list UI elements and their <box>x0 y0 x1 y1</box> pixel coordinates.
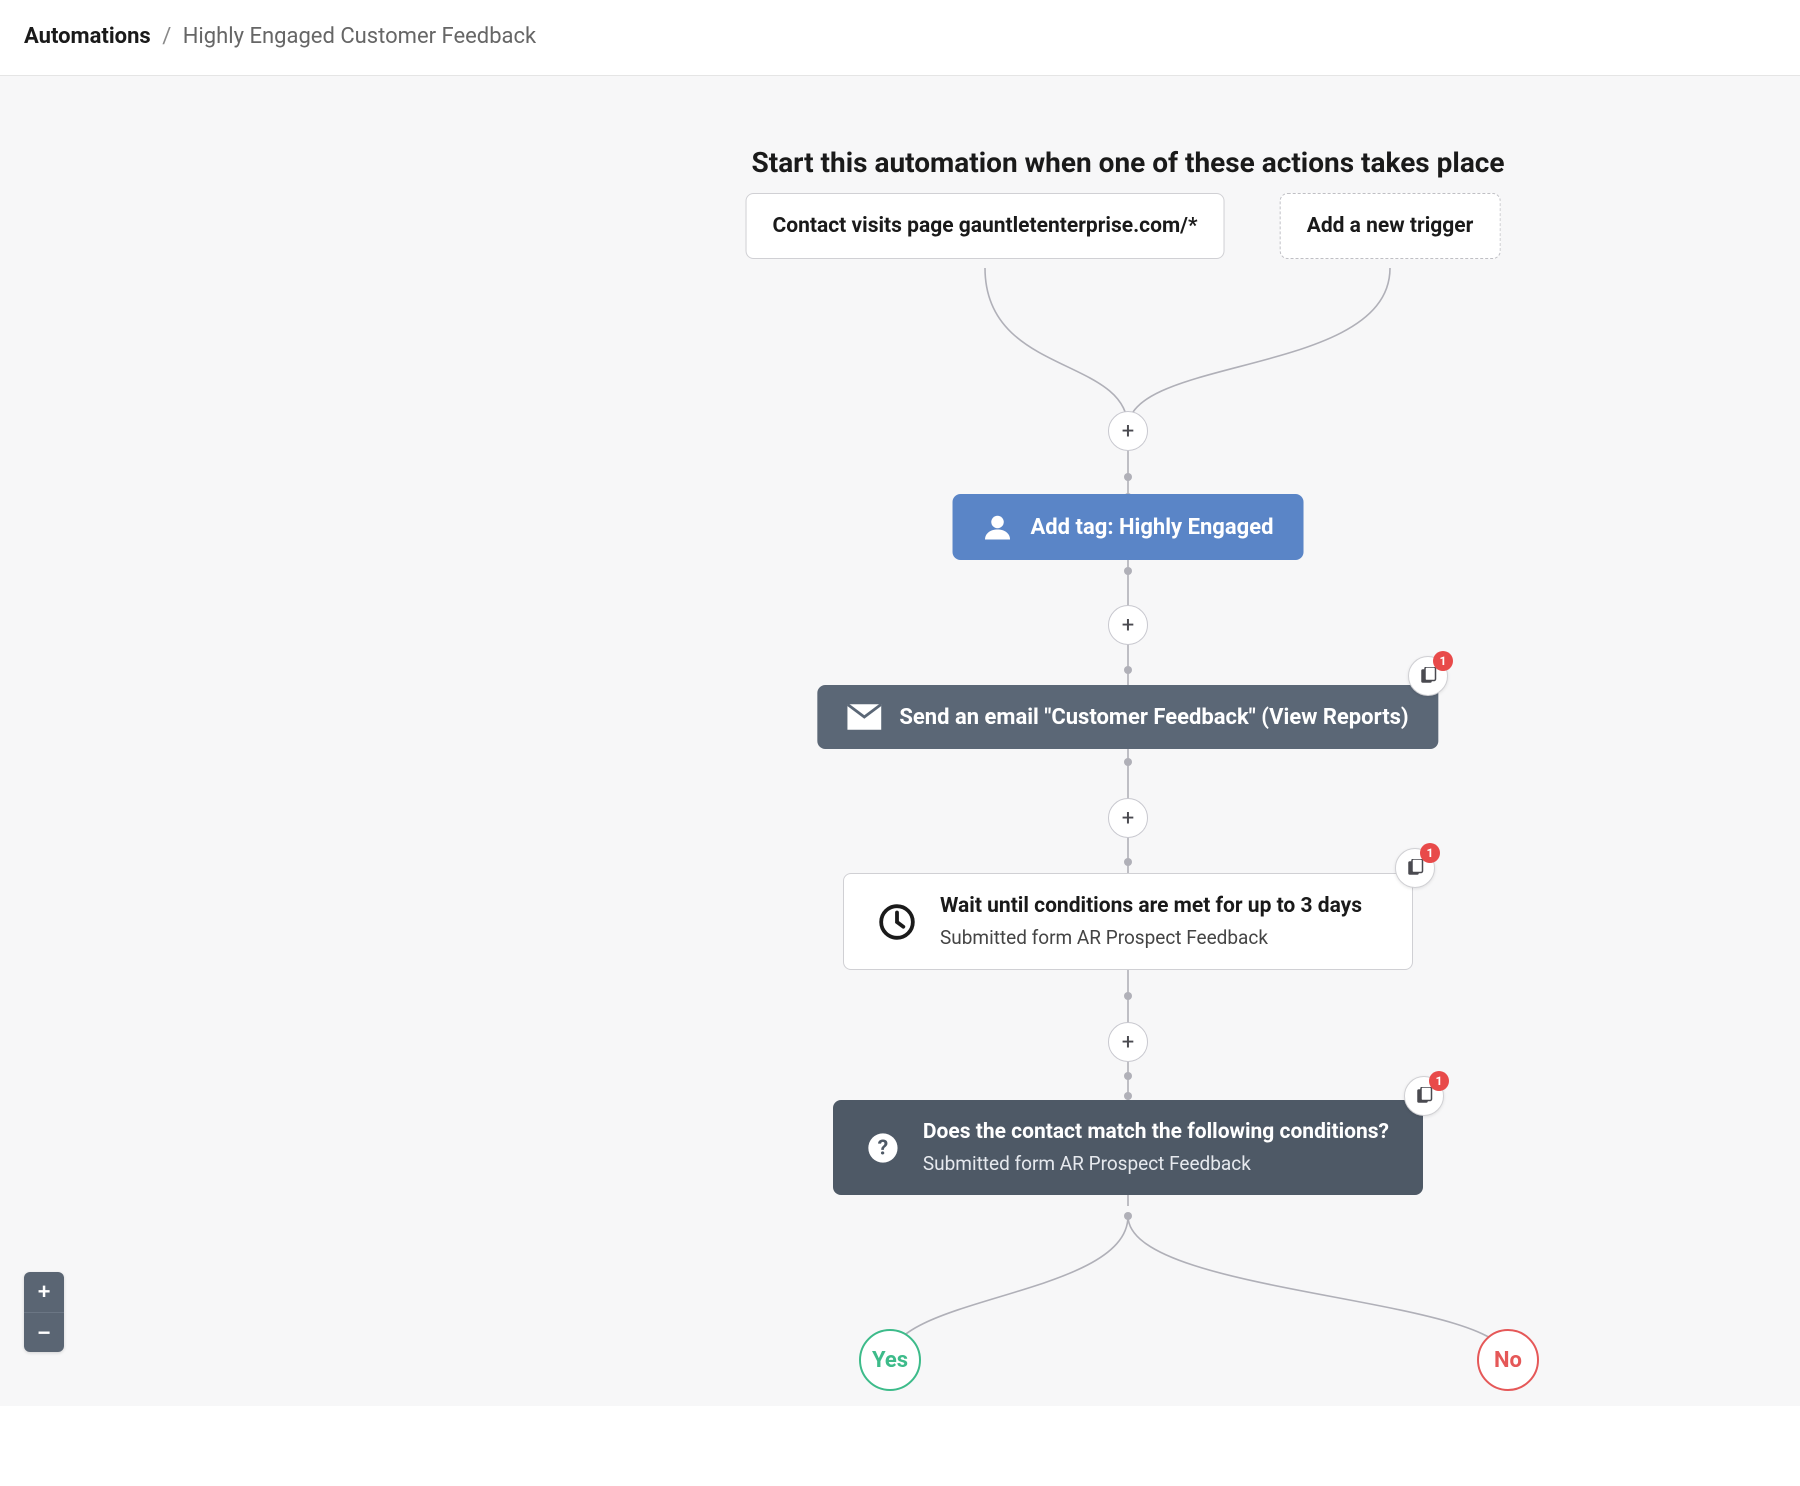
add-trigger-button[interactable]: Add a new trigger <box>1280 193 1501 259</box>
add-step-button[interactable]: + <box>1108 411 1148 451</box>
action-wait-condition[interactable]: Wait until conditions are met for up to … <box>843 873 1413 970</box>
automation-start-title: Start this automation when one of these … <box>728 146 1528 179</box>
notes-badge[interactable]: 1 <box>1408 656 1448 696</box>
question-icon: ? <box>867 1131 899 1165</box>
person-icon <box>983 512 1013 542</box>
condition-title: Does the contact match the following con… <box>923 1120 1389 1144</box>
zoom-out-button[interactable]: − <box>24 1312 64 1352</box>
trigger-label: Contact visits page gauntletenterprise.c… <box>773 214 1198 238</box>
breadcrumb-current: Highly Engaged Customer Feedback <box>183 24 536 49</box>
plus-icon: + <box>1122 613 1134 638</box>
add-step-button[interactable]: + <box>1108 1022 1148 1062</box>
breadcrumb: Automations / Highly Engaged Customer Fe… <box>24 24 536 49</box>
header: Automations / Highly Engaged Customer Fe… <box>0 0 1800 76</box>
zoom-in-button[interactable]: + <box>24 1272 64 1312</box>
notes-badge[interactable]: 1 <box>1404 1076 1444 1116</box>
svg-text:?: ? <box>878 1135 889 1160</box>
add-step-button[interactable]: + <box>1108 605 1148 645</box>
add-step-button[interactable]: + <box>1108 798 1148 838</box>
plus-icon: + <box>1122 1030 1134 1055</box>
branch-no[interactable]: No <box>1477 1329 1539 1391</box>
notes-count-badge: 1 <box>1429 1071 1449 1091</box>
trigger-card-visits-page[interactable]: Contact visits page gauntletenterprise.c… <box>746 193 1225 259</box>
breadcrumb-root[interactable]: Automations <box>24 24 151 49</box>
add-trigger-label: Add a new trigger <box>1307 214 1474 238</box>
breadcrumb-separator: / <box>162 24 171 49</box>
action-send-email[interactable]: Send an email "Customer Feedback" (View … <box>817 685 1438 749</box>
action-add-tag[interactable]: Add tag: Highly Engaged <box>953 494 1304 560</box>
note-icon <box>1406 859 1424 877</box>
action-send-email-label: Send an email "Customer Feedback" (View … <box>899 705 1408 730</box>
notes-badge[interactable]: 1 <box>1395 848 1435 888</box>
plus-icon: + <box>1122 806 1134 831</box>
automation-canvas[interactable]: Start this automation when one of these … <box>0 76 1800 1406</box>
note-icon <box>1419 667 1437 685</box>
plus-icon: + <box>1122 419 1134 444</box>
flow-connectors <box>0 76 1800 1486</box>
mail-icon <box>847 703 881 731</box>
branch-yes[interactable]: Yes <box>859 1329 921 1391</box>
zoom-controls: + − <box>24 1272 64 1352</box>
condition-sub: Submitted form AR Prospect Feedback <box>923 1152 1389 1175</box>
condition-card[interactable]: ? Does the contact match the following c… <box>833 1100 1423 1195</box>
clock-icon <box>878 903 916 941</box>
notes-count-badge: 1 <box>1420 843 1440 863</box>
notes-count-badge: 1 <box>1433 651 1453 671</box>
wait-title: Wait until conditions are met for up to … <box>940 894 1362 918</box>
note-icon <box>1415 1087 1433 1105</box>
action-add-tag-label: Add tag: Highly Engaged <box>1031 515 1274 540</box>
wait-sub: Submitted form AR Prospect Feedback <box>940 926 1362 949</box>
